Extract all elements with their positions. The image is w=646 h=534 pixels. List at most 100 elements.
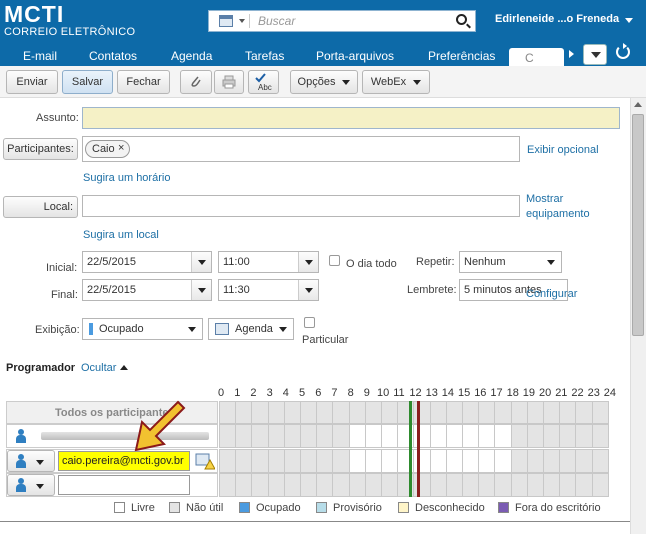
spellcheck-text: Abc [258,83,272,92]
hour-label: 20 [539,387,552,399]
hour-label: 14 [441,387,455,399]
private-checkbox[interactable] [304,317,315,328]
participant-chip[interactable]: Caio × [85,140,130,158]
nav-tasks[interactable]: Tarefas [245,49,284,63]
grid-cell [332,473,350,497]
tabs-scroll-right-icon[interactable] [569,50,574,58]
start-time-value: 11:00 [223,256,250,268]
private-label: Particular [302,334,349,346]
attendee-email-input[interactable]: caio.pereira@mcti.gov.br [58,451,190,471]
display-dropdown[interactable]: Ocupado [82,318,203,340]
new-attendee-input[interactable] [58,475,190,495]
user-menu-caret-icon[interactable] [625,18,633,23]
all-day-checkbox[interactable] [329,255,340,266]
search-input[interactable]: Buscar [258,14,295,28]
grid-cell [316,473,334,497]
end-time-dropdown-icon[interactable] [298,280,318,300]
end-time-value: 11:30 [223,284,250,296]
tabs-menu-button[interactable] [583,44,607,65]
show-optional-link[interactable]: Exibir opcional [527,144,599,156]
end-date-dropdown-icon[interactable] [191,280,211,300]
attach-button[interactable] [180,70,212,94]
start-date-picker[interactable]: 22/5/2015 [82,251,212,273]
show-equipment-link-line2[interactable]: equipamento [526,208,590,220]
legend-swatch [498,502,509,513]
grid-cell [526,473,544,497]
grid-cell [478,473,496,497]
nav-preferences[interactable]: Preferências [428,49,495,63]
grid-cell [510,449,528,473]
user-name-menu[interactable]: Edirleneide ...o Freneda [495,13,619,25]
search-icon[interactable] [456,14,467,25]
hour-label: 6 [315,387,322,399]
app-logo[interactable]: MCTI [4,2,64,26]
scroll-up-arrow-icon[interactable] [634,102,642,107]
hour-label: 13 [425,387,438,399]
search-scope-dropdown-icon[interactable] [239,19,245,23]
grid-cell [510,401,528,424]
legend-swatch [398,502,409,513]
print-button[interactable] [214,70,244,94]
unknown-availability-icon [195,453,215,470]
webex-button[interactable]: WebEx [362,70,430,94]
hide-scheduler-link[interactable]: Ocultar [81,362,116,374]
send-button[interactable]: Enviar [6,70,58,94]
location-input[interactable] [82,195,520,217]
save-button[interactable]: Salvar [62,70,113,94]
nav-calendar[interactable]: Agenda [171,49,212,63]
start-date-dropdown-icon[interactable] [191,252,211,272]
configure-link[interactable]: Configurar [526,288,577,300]
scrollbar-thumb[interactable] [632,114,644,336]
search-box[interactable]: Buscar [208,10,476,32]
attendee-type-caret-icon [36,460,44,465]
tab-compose-appointment[interactable]: C [509,48,564,66]
repeat-dropdown-icon[interactable] [541,252,561,272]
location-button[interactable]: Local: [3,196,78,218]
participants-input[interactable] [82,136,520,162]
hour-label: 18 [506,387,519,399]
participants-button[interactable]: Participantes: [3,138,78,160]
grid-cell [429,424,447,448]
nav-briefcase[interactable]: Porta-arquivos [316,49,394,63]
subject-input[interactable] [82,107,620,129]
show-equipment-link-line1[interactable]: Mostrar [526,193,563,205]
hour-label: 11 [393,387,405,399]
refresh-icon[interactable] [616,43,630,59]
start-label: Inicial: [46,262,78,274]
nav-email[interactable]: E-mail [23,49,57,63]
calendar-dropdown-icon[interactable] [273,319,293,339]
grid-cell [429,401,447,424]
grid-cell [251,473,269,497]
calendar-icon[interactable] [219,15,233,27]
grid-cell [543,473,561,497]
start-time-dropdown-icon[interactable] [298,252,318,272]
suggest-time-link[interactable]: Sugira um horário [83,172,170,184]
spellcheck-button[interactable]: Abc [248,70,279,94]
paperclip-icon [191,76,201,87]
suggest-location-link[interactable]: Sugira um local [83,229,159,241]
attendee-type-dropdown[interactable] [7,450,55,472]
display-dropdown-icon[interactable] [182,319,202,339]
nav-contacts[interactable]: Contatos [89,49,137,63]
collapse-caret-icon[interactable] [120,365,128,370]
app-logo-subtitle: CORREIO ELETRÔNICO [4,26,136,38]
display-label: Exibição: [35,324,80,336]
hour-label: 24 [603,387,617,399]
remove-participant-icon[interactable]: × [118,142,124,154]
calendar-dropdown[interactable]: Agenda [208,318,294,340]
grid-cell [316,424,334,448]
grid-cell [235,401,253,424]
meeting-start-marker [409,401,413,497]
new-attendee-type-dropdown[interactable] [7,474,55,496]
grid-cell [381,449,399,473]
end-time-picker[interactable]: 11:30 [218,279,319,301]
close-button[interactable]: Fechar [117,70,170,94]
grid-cell [510,473,528,497]
repeat-dropdown[interactable]: Nenhum [459,251,562,273]
end-date-value: 22/5/2015 [87,284,136,296]
hour-label: 17 [490,387,503,399]
options-button[interactable]: Opções [290,70,358,94]
attendee-person-icon [16,454,26,468]
start-time-picker[interactable]: 11:00 [218,251,319,273]
end-date-picker[interactable]: 22/5/2015 [82,279,212,301]
